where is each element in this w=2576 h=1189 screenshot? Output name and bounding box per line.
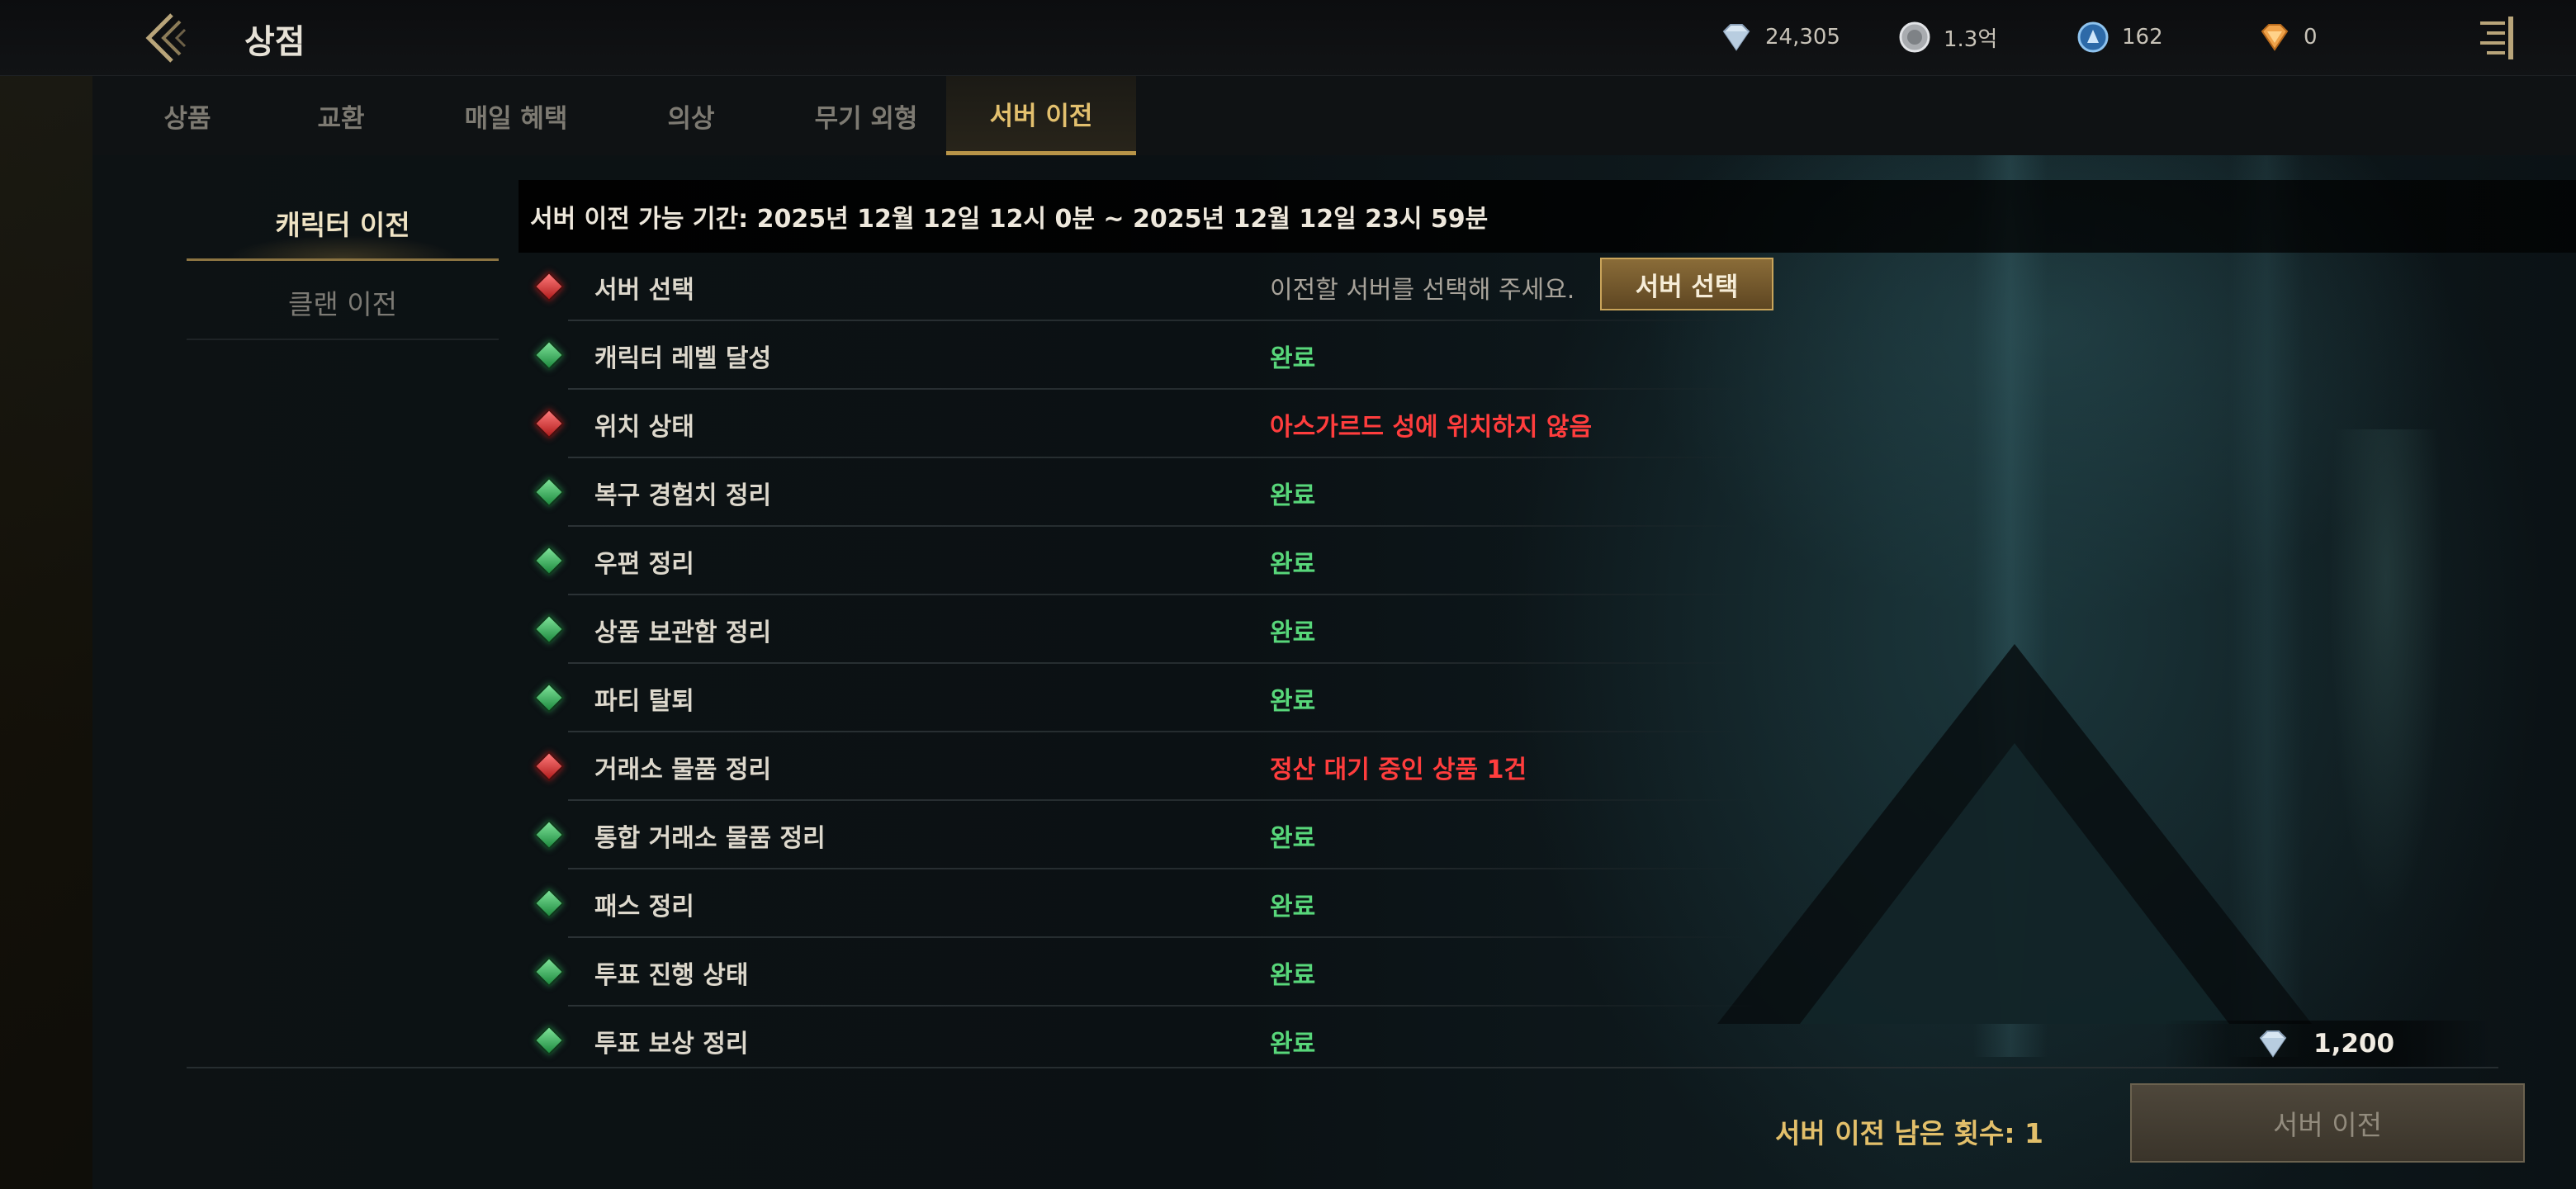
back-button[interactable] [139,12,188,64]
requirement-row: 파티 탈퇴 완료 [519,664,1757,732]
requirement-label: 통합 거래소 물품 정리 [594,823,826,853]
requirement-row: 위치 상태 아스가르드 성에 위치하지 않음 [519,390,1757,458]
transfer-period-banner: 서버 이전 가능 기간: 2025년 12월 12일 12시 0분 ~ 2025… [519,180,2576,253]
server-transfer-button[interactable]: 서버 이전 [2130,1083,2525,1163]
requirement-label: 거래소 물품 정리 [594,755,772,784]
requirement-label: 위치 상태 [594,412,694,442]
top-bar: 상점 24,305 1.3억 162 0 [0,0,2576,76]
success-indicator-icon [533,545,565,576]
success-indicator-icon [533,956,565,988]
success-indicator-icon [533,682,565,713]
requirement-row: 복구 경험치 정리 완료 [519,458,1757,527]
tab-bar: 상품 교환 매일 혜택 의상 무기 외형 서버 이전 [92,76,2576,155]
success-indicator-icon [533,476,565,508]
requirement-row: 서버 선택 이전할 서버를 선택해 주세요. [519,253,1757,321]
background-statue [2328,429,2444,925]
requirement-label: 복구 경험치 정리 [594,481,772,510]
success-indicator-icon [533,888,565,919]
requirement-label: 투표 보상 정리 [594,1029,749,1059]
currency-value: 162 [2122,25,2163,50]
menu-button[interactable] [2472,12,2522,64]
silver-coin-icon [1899,21,1930,53]
fail-indicator-icon [533,751,565,782]
transfer-period-text: 서버 이전 가능 기간: 2025년 12월 12일 12시 0분 ~ 2025… [530,205,1489,234]
menu-character-transfer[interactable]: 캐릭터 이전 [187,187,499,261]
menu-icon [2480,17,2513,59]
requirement-label: 서버 선택 [594,275,694,305]
tab-server-transfer[interactable]: 서버 이전 [946,76,1136,155]
requirement-value: 아스가르드 성에 위치하지 않음 [1270,412,1593,442]
background-arch-inner [1800,743,2229,1024]
page-title: 상점 [244,23,305,61]
requirement-row: 상품 보관함 정리 완료 [519,595,1757,664]
requirement-label: 상품 보관함 정리 [594,618,772,647]
requirement-value: 완료 [1270,549,1316,579]
requirement-label: 캐릭터 레벨 달성 [594,343,772,373]
tab-costume[interactable]: 의상 [637,76,745,155]
blue-coin-icon [2077,21,2109,53]
transfer-cost-value: 1,200 [2313,1029,2395,1059]
tab-daily-benefits[interactable]: 매일 혜택 [429,76,603,155]
menu-clan-transfer[interactable]: 클랜 이전 [187,266,499,340]
diamond-icon [1722,24,1750,51]
currency-value: 0 [2304,25,2318,50]
requirement-row: 통합 거래소 물품 정리 완료 [519,801,1757,869]
fail-indicator-icon [533,271,565,302]
success-indicator-icon [533,819,565,850]
currency-diamond[interactable]: 24,305 [1717,18,1840,56]
requirement-row: 거래소 물품 정리 정산 대기 중인 상품 1건 [519,732,1757,801]
orange-gem-icon [2261,24,2289,51]
requirement-row: 캐릭터 레벨 달성 완료 [519,321,1757,390]
remaining-count: 서버 이전 남은 횟수: 1 [1775,1117,2043,1149]
success-indicator-icon [533,613,565,645]
success-indicator-icon [533,1025,565,1056]
requirement-value: 완료 [1270,1029,1316,1059]
requirement-row: 우편 정리 완료 [519,527,1757,595]
requirement-value: 완료 [1270,823,1316,853]
diamond-icon [2259,1030,2287,1058]
currency-orange[interactable]: 0 [2256,18,2318,56]
requirement-row: 투표 보상 정리 완료 [519,1007,1757,1075]
requirement-label: 투표 진행 상태 [594,960,749,990]
success-indicator-icon [533,339,565,371]
tab-exchange[interactable]: 교환 [287,76,395,155]
back-chevron-icon [145,13,187,63]
requirement-value: 완료 [1270,892,1316,921]
requirement-value: 완료 [1270,686,1316,716]
currency-blue[interactable]: 162 [2074,18,2163,56]
requirement-value: 완료 [1270,960,1316,990]
currency-silver[interactable]: 1.3억 [1896,18,1997,56]
requirement-value: 완료 [1270,481,1316,510]
background-left-strip [0,74,92,1189]
requirement-value: 정산 대기 중인 상품 1건 [1270,755,1527,784]
bottom-divider [187,1067,2498,1068]
requirement-value: 이전할 서버를 선택해 주세요. [1270,275,1575,305]
requirement-value: 완료 [1270,343,1316,373]
select-server-button[interactable]: 서버 선택 [1600,258,1773,310]
requirement-row: 패스 정리 완료 [519,869,1757,938]
tab-products[interactable]: 상품 [134,76,241,155]
fail-indicator-icon [533,408,565,439]
requirement-label: 우편 정리 [594,549,694,579]
transfer-cost: 1,200 [2163,1021,2493,1067]
requirement-row: 투표 진행 상태 완료 [519,938,1757,1007]
tab-weapon-appearance[interactable]: 무기 외형 [779,76,953,155]
requirement-label: 파티 탈퇴 [594,686,694,716]
requirement-label: 패스 정리 [594,892,694,921]
currency-value: 1.3억 [1944,26,1998,52]
currency-value: 24,305 [1765,25,1840,50]
requirement-value: 완료 [1270,618,1316,647]
